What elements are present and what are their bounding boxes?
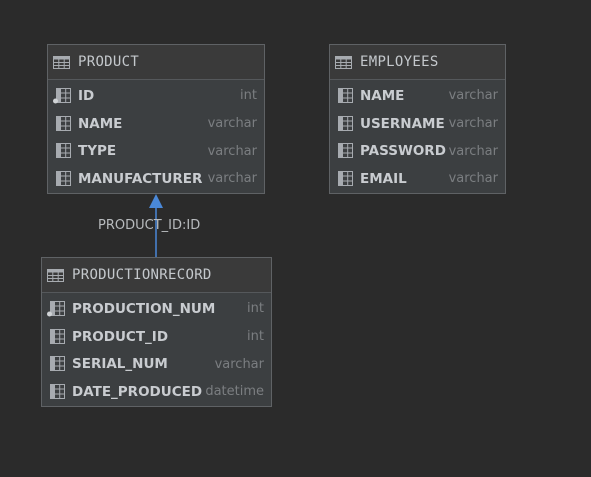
relation-connector[interactable] <box>0 0 591 477</box>
relation-label: PRODUCT_ID:ID <box>98 218 201 233</box>
relation-arrowhead <box>149 194 163 208</box>
